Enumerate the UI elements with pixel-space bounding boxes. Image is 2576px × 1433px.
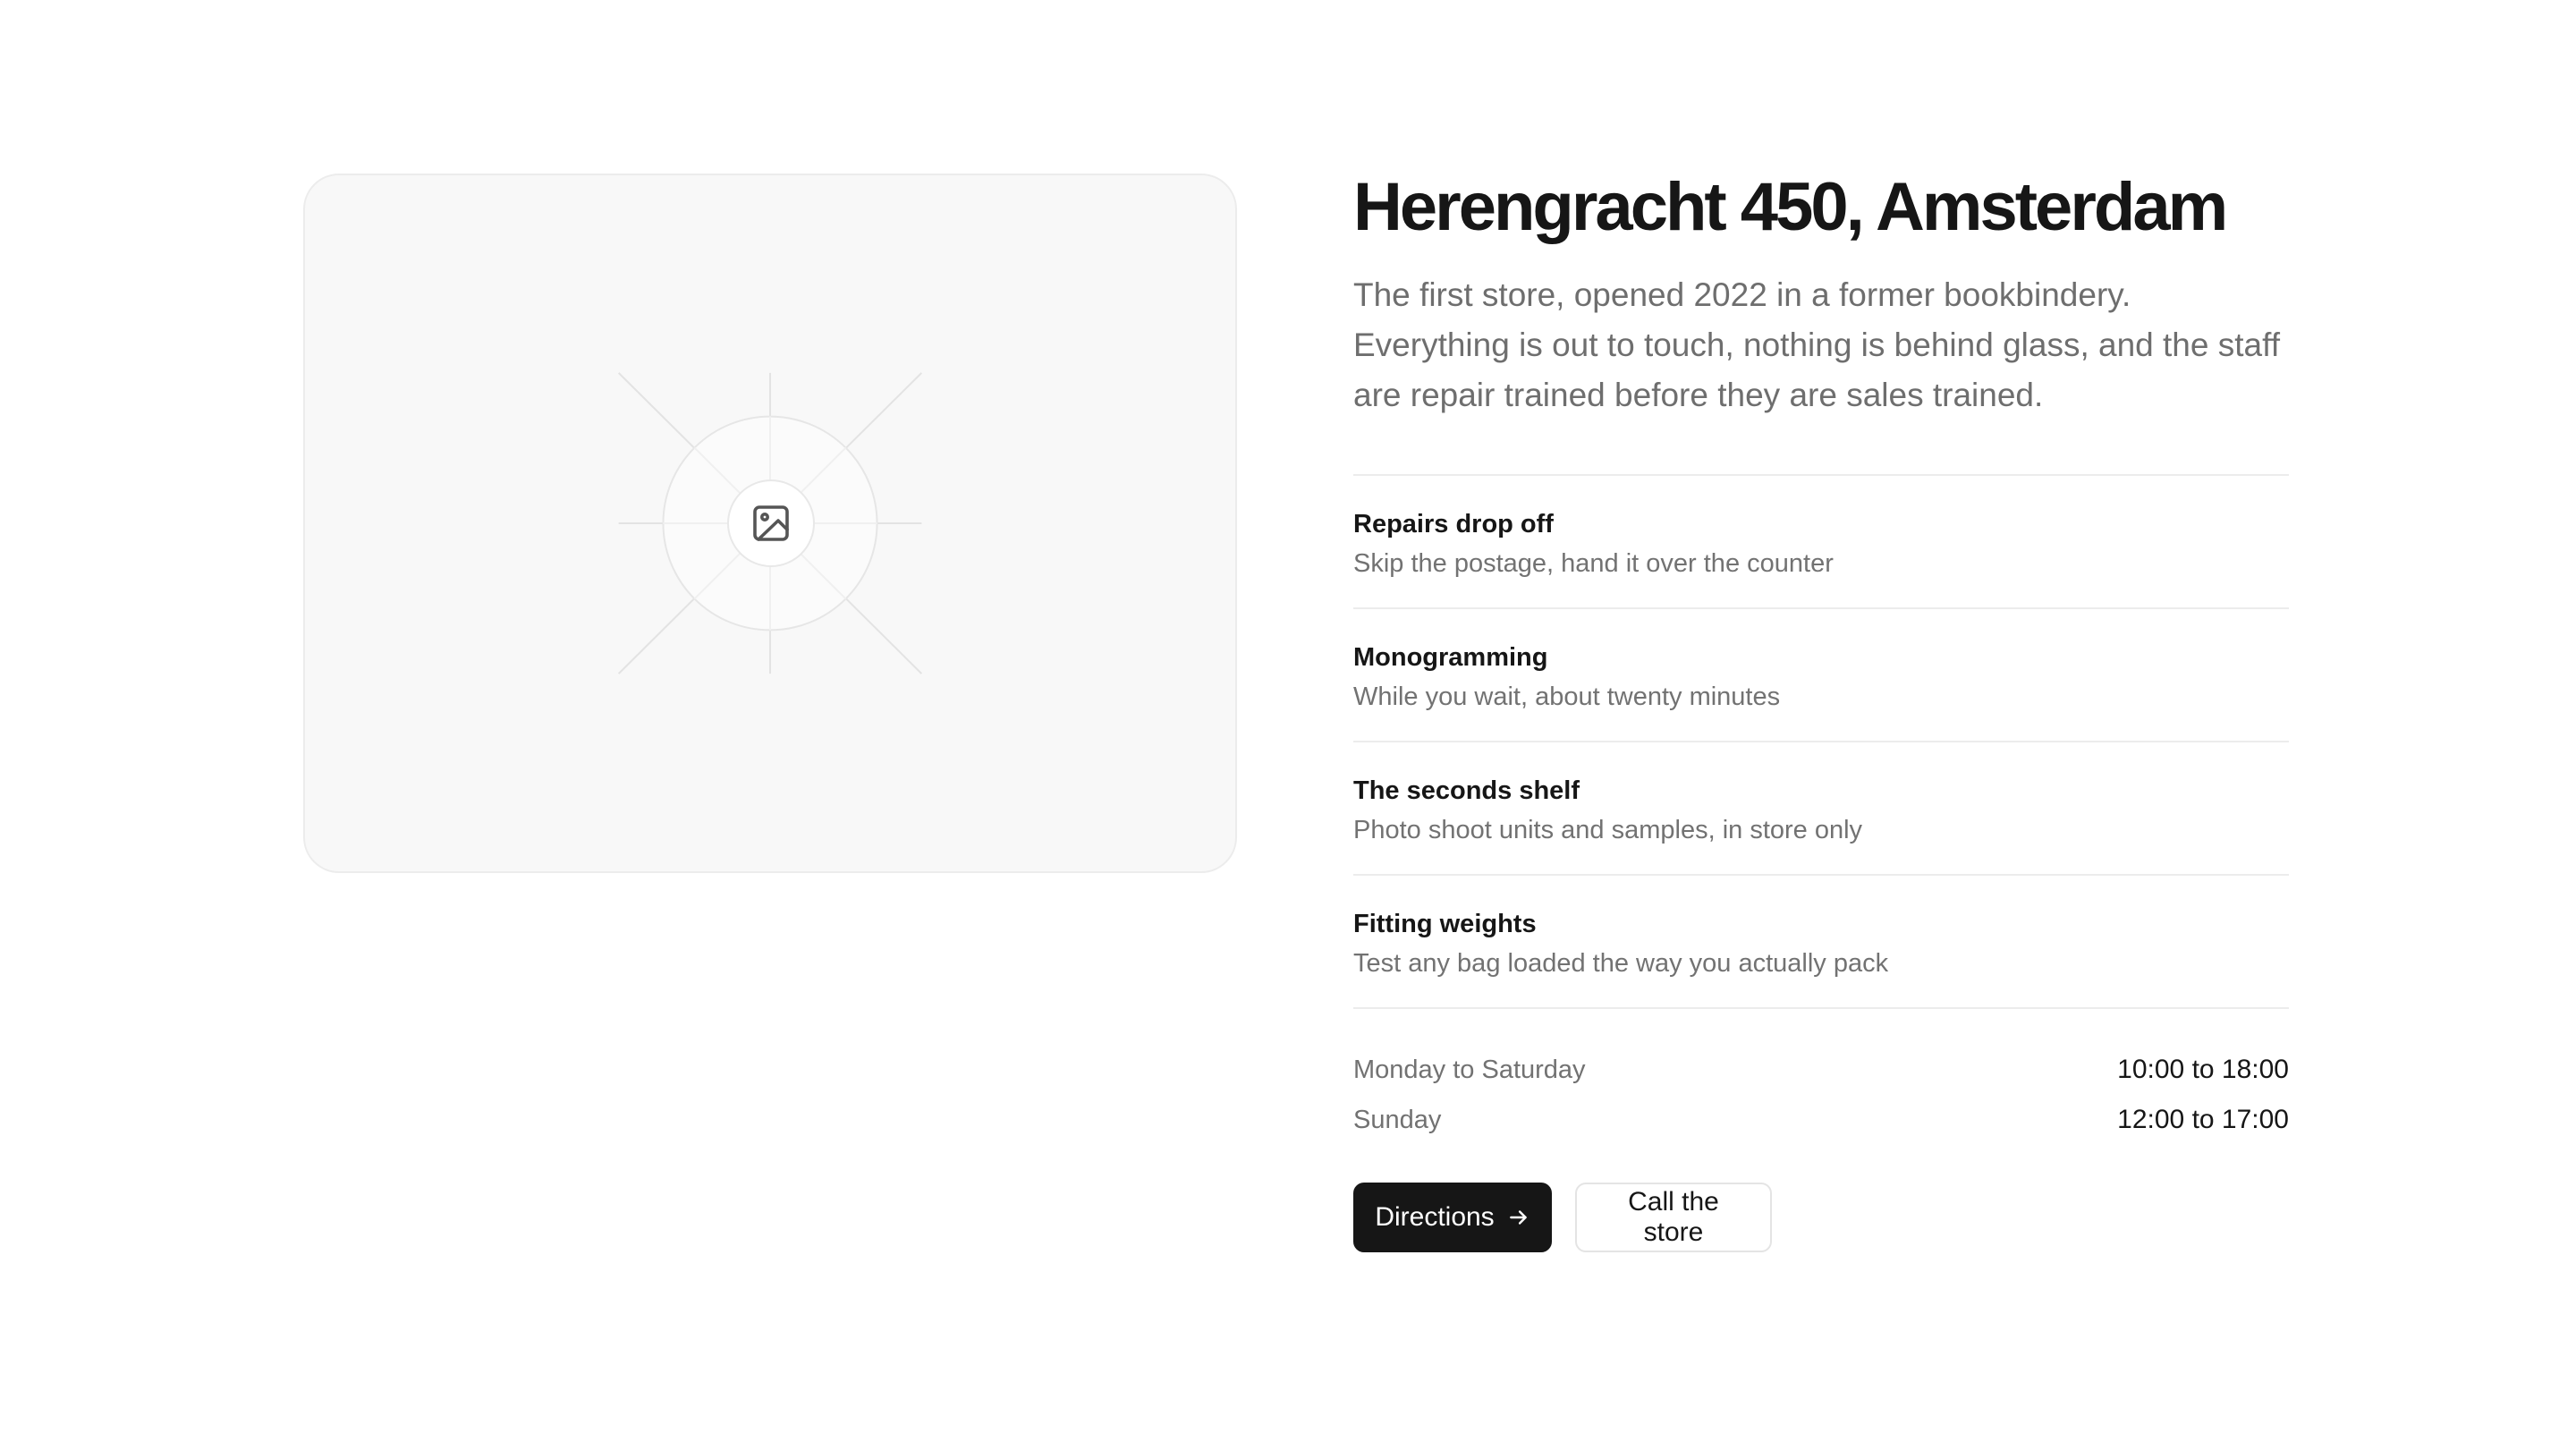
feature-item: Fitting weights Test any bag loaded the … [1353, 876, 2289, 1009]
feature-subtitle: While you wait, about twenty minutes [1353, 683, 1781, 711]
store-info: Herengracht 450, Amsterdam The first sto… [1353, 161, 2289, 1252]
feature-title: Fitting weights [1353, 910, 1537, 938]
feature-item: Monogramming While you wait, about twent… [1353, 609, 2289, 742]
image-icon-badge [727, 479, 815, 567]
feature-item: The seconds shelf Photo shoot units and … [1353, 742, 2289, 876]
hours-day: Monday to Saturday [1353, 1055, 1586, 1084]
feature-subtitle: Test any bag loaded the way you actually… [1353, 949, 1889, 978]
feature-item: Repairs drop off Skip the postage, hand … [1353, 476, 2289, 609]
call-store-label: Call the store [1628, 1187, 1719, 1247]
arrow-right-icon [1509, 1210, 1527, 1225]
hours-time: 12:00 to 17:00 [2117, 1105, 2289, 1134]
directions-label: Directions [1375, 1202, 1495, 1232]
call-store-button[interactable]: Call the store [1575, 1183, 1772, 1252]
store-description: The first store, opened 2022 in a former… [1353, 276, 2280, 413]
feature-title: Monogramming [1353, 643, 1548, 672]
store-actions: Directions Call the store [1353, 1183, 2289, 1252]
image-icon [753, 505, 789, 541]
opening-hours: Monday to Saturday 10:00 to 18:00 Sunday… [1353, 1045, 2289, 1145]
directions-button[interactable]: Directions [1353, 1183, 1552, 1252]
feature-list: Repairs drop off Skip the postage, hand … [1353, 474, 2289, 1009]
hours-row: Sunday 12:00 to 17:00 [1353, 1095, 2289, 1145]
store-image-placeholder [303, 174, 1237, 873]
hours-row: Monday to Saturday 10:00 to 18:00 [1353, 1045, 2289, 1095]
feature-title: Repairs drop off [1353, 510, 1554, 538]
feature-subtitle: Photo shoot units and samples, in store … [1353, 816, 1863, 844]
store-page: Herengracht 450, Amsterdam The first sto… [0, 0, 2576, 1433]
feature-title: The seconds shelf [1353, 776, 1580, 805]
feature-subtitle: Skip the postage, hand it over the count… [1353, 549, 1834, 578]
hours-day: Sunday [1353, 1105, 1442, 1134]
store-title: Herengracht 450, Amsterdam [1353, 169, 2228, 245]
hours-time: 10:00 to 18:00 [2117, 1055, 2289, 1084]
